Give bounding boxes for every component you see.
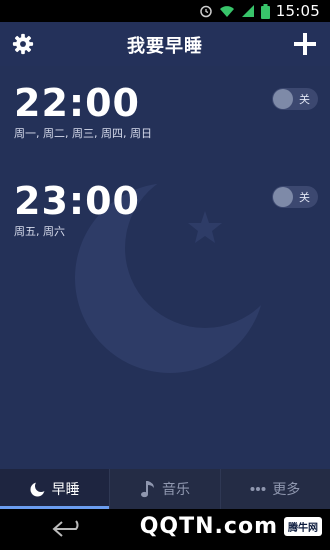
more-dots-icon	[250, 487, 266, 491]
toggle-label: 关	[299, 191, 310, 204]
watermark-text: QQTN.com	[139, 514, 278, 539]
bottom-tab-bar: 早睡 音乐 更多	[0, 469, 330, 509]
wifi-icon	[219, 6, 234, 17]
back-arrow-icon[interactable]	[52, 519, 86, 539]
status-bar: 15:05	[0, 0, 330, 22]
signal-icon	[241, 5, 254, 17]
system-nav-bar: QQTN.com 腾牛网	[0, 509, 330, 550]
battery-icon	[260, 3, 270, 19]
tab-more[interactable]: 更多	[219, 469, 330, 509]
status-time: 15:05	[275, 2, 320, 20]
alarm-time[interactable]: 23:00	[14, 178, 140, 224]
app-header: 我要早睡	[0, 22, 330, 66]
status-icons: 15:05	[199, 2, 320, 20]
alarm-days: 周五, 周六	[14, 225, 65, 238]
tab-label: 更多	[272, 482, 301, 498]
alarm-toggle[interactable]: 关	[272, 186, 318, 208]
alarm-item[interactable]: 23:00 周五, 周六 关	[0, 178, 330, 238]
alarm-time[interactable]: 22:00	[14, 80, 140, 126]
tab-label: 音乐	[161, 482, 190, 498]
moon-icon	[30, 482, 45, 497]
alarm-item[interactable]: 22:00 周一, 周二, 周三, 周四, 周日 关	[0, 80, 330, 140]
alarm-days: 周一, 周二, 周三, 周四, 周日	[14, 127, 152, 140]
page-title: 我要早睡	[127, 36, 203, 57]
toggle-knob	[273, 89, 293, 109]
plus-icon[interactable]	[292, 31, 318, 57]
site-watermark: QQTN.com 腾牛网	[140, 514, 322, 539]
toggle-knob	[273, 187, 293, 207]
tab-sleep[interactable]: 早睡	[0, 469, 110, 509]
alarm-toggle[interactable]: 关	[272, 88, 318, 110]
tab-label: 早睡	[51, 482, 80, 498]
alarm-icon	[200, 5, 212, 18]
tab-music[interactable]: 音乐	[109, 469, 219, 509]
watermark-badge: 腾牛网	[284, 517, 322, 536]
app-screen: 15:05 我要早睡 22:00 周一, 周二, 周三, 周四, 周日 关 23…	[0, 0, 330, 550]
music-note-icon	[140, 481, 154, 498]
toggle-label: 关	[299, 93, 310, 106]
